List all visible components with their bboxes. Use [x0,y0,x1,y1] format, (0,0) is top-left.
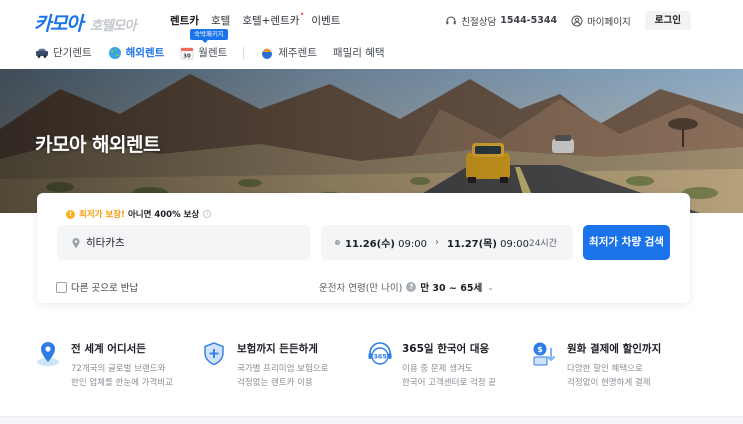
dropoff-datetime: 11.27(목) 09:00 [447,235,529,250]
help-icon[interactable]: ? [406,282,417,292]
globe-icon [108,46,121,59]
driver-age-selector[interactable]: 운전자 연령(만 나이) ? 만 30 ~ 65세 ⌄ [319,280,494,294]
guarantee-text: 아니면 400% 보상 [127,210,200,220]
feature-won-payment: $ 원화 결제에 할인까지 다양한 할인 혜택으로 걱정없이 현명하게 결제 [531,340,661,390]
nav-hotel-rentcar-label: 호텔+렌트카 [242,15,300,27]
tab-monthly-rent-label: 월렌트 [198,47,228,59]
hero-banner: 카모아 해외렌트 [0,69,743,213]
rental-duration: 24시간 [528,239,557,249]
map-pin-icon [37,342,59,366]
driver-age-value: 만 30 ~ 65세 [420,283,483,294]
mypage-link[interactable]: 마이페이지 [571,14,631,28]
logo-camoa[interactable]: 카모아 [34,9,83,36]
search-card: ! 최저가 보장! 아니면 400% 보상 i 히타카츠 11.26(수) 09… [37,193,690,303]
calendar-number: 30 [183,53,191,59]
logo-hotelmoa[interactable]: 호텔모아 [90,14,137,34]
different-return-checkbox[interactable]: 다른 곳으로 반납 [56,280,138,294]
dropoff-date: 11.27(목) [446,239,497,250]
feature-desc: 국가별 프리미엄 보험으로 걱정없는 렌트카 이용 [237,364,329,388]
car-icon [36,48,48,58]
shield-plus-icon [204,342,224,366]
tab-overseas-rent-label: 해외렌트 [125,47,165,59]
pickup-datetime: 11.26(수) 09:00 [345,235,427,250]
chevron-down-icon: ⌄ [487,282,494,292]
pickup-date: 11.26(수) [344,239,395,250]
support-label: 친절상담 [461,16,497,28]
info-icon[interactable]: i [203,210,212,218]
headset-small-icon [446,15,456,24]
nav-event[interactable]: 이벤트 [311,13,340,28]
logo[interactable]: 카모아 호텔모아 [34,9,137,35]
pickup-time: 09:00 [398,239,427,250]
top-header: 카모아 호텔모아 렌트카 호텔 호텔+렌트카 • 이벤트 친절상담 1544-5… [0,0,743,40]
clock-icon [335,240,340,245]
tab-short-rent[interactable]: 단기렌트 [35,45,92,60]
feature-title: 365일 한국어 대응 [402,343,490,355]
arrow-right-icon: › [434,237,439,248]
nav-rentcar[interactable]: 렌트카 [170,13,199,28]
feature-desc: 다양한 할인 혜택으로 걱정없이 현명하게 결제 [567,364,651,388]
location-field[interactable]: 히타카츠 [57,225,310,260]
jeju-icon [262,48,273,59]
checkbox-box[interactable] [56,281,67,293]
tab-jeju-rent[interactable]: 제주렌트 [260,45,317,60]
nav-hotel[interactable]: 호텔 [211,13,230,28]
subnav-divider [243,46,245,59]
feature-title: 보험까지 든든하게 [237,343,318,355]
location-value: 히타카츠 [86,237,125,249]
date-field[interactable]: 11.26(수) 09:00 › 11.27(목) 09:00 24시간 [321,225,573,260]
user-icon [571,15,583,26]
footer-divider [0,416,743,424]
tab-family-benefit[interactable]: 패밀리 혜택 [333,45,385,60]
hero-title: 카모아 해외렌트 [35,134,160,156]
dropoff-time: 09:00 [500,239,529,250]
search-button[interactable]: 최저가 차량 검색 [583,225,670,260]
guarantee-highlight: 최저가 보장! [79,210,125,220]
feature-desc: 이용 중 문제 생겨도 한국어 고객센터로 걱정 끝 [402,364,497,388]
headset-365-text: 365 [373,353,387,361]
won-card-icon: $ [533,342,556,366]
features-section: 전 세계 어디서든 72개국의 글로벌 브랜드와 한인 업체를 한눈에 가격비교… [0,340,743,400]
feature-title: 원화 결제에 할인까지 [567,343,662,355]
driver-age-label: 운전자 연령(만 나이) [319,283,403,294]
different-return-label: 다른 곳으로 반납 [71,283,139,294]
location-pin-icon [72,237,80,248]
package-badge-label: 숙박패키지 [194,30,224,38]
tab-monthly-rent[interactable]: 30 월렌트 [180,45,227,60]
mypage-label: 마이페이지 [587,16,631,28]
tab-family-benefit-label: 패밀리 혜택 [332,47,385,59]
support-contact[interactable]: 친절상담 1544-5344 [445,14,557,28]
utility-menu: 친절상담 1544-5344 마이페이지 로그인 [445,11,691,30]
guarantee-icon: ! [66,209,75,219]
main-nav: 렌트카 호텔 호텔+렌트카 • 이벤트 [170,10,352,28]
feature-title: 전 세계 어디서든 [71,343,146,355]
nav-hotel-rentcar[interactable]: 호텔+렌트카 • [242,10,304,28]
feature-worldwide: 전 세계 어디서든 72개국의 글로벌 브랜드와 한인 업체를 한눈에 가격비교 [35,340,173,390]
tab-short-rent-label: 단기렌트 [53,47,92,59]
support-phone: 1544-5344 [500,15,558,26]
package-badge: 숙박패키지 [190,29,228,43]
feature-insurance: 보험까지 든든하게 국가별 프리미엄 보험으로 걱정없는 렌트카 이용 [201,340,328,390]
tab-jeju-rent-label: 제주렌트 [278,47,317,59]
tab-overseas-rent[interactable]: 해외렌트 [108,45,165,60]
headset-icon: 365 [368,342,392,365]
sub-nav: 단기렌트 해외렌트 30 월렌트 제주렌트 패밀리 혜택 숙박패키지 [0,29,743,69]
login-button[interactable]: 로그인 [644,11,691,30]
lowest-price-guarantee: ! 최저가 보장! 아니면 400% 보상 i [66,208,212,220]
new-dot-icon: • [299,10,305,19]
feature-korean-support: 365 365일 한국어 대응 이용 중 문제 생겨도 한국어 고객센터로 걱정… [366,340,496,390]
feature-desc: 72개국의 글로벌 브랜드와 한인 업체를 한눈에 가격비교 [71,364,173,388]
svg-text:$: $ [537,345,543,354]
calendar-icon: 30 [180,47,194,59]
